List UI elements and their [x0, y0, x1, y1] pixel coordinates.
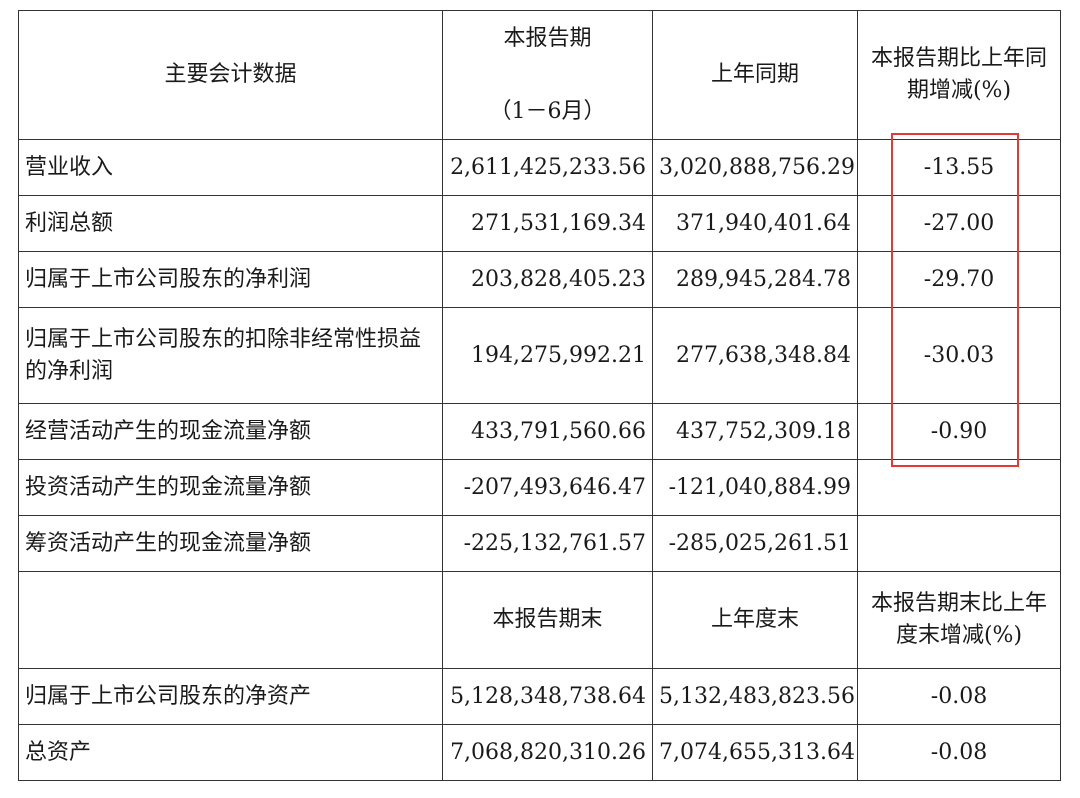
subheader-change: 本报告期末比上年度末增减(%) [857, 571, 1061, 669]
header-row: 主要会计数据 本报告期 （1－6月） 上年同期 本报告期比上年同期增减(%) [18, 10, 1061, 140]
current-value: 7,068,820,310.26 [442, 724, 653, 781]
row-label: 筹资活动产生的现金流量净额 [18, 515, 443, 572]
table-row: 归属于上市公司股东的扣除非经常性损益的净利润 194,275,992.21 27… [18, 307, 1061, 404]
prior-value: 5,132,483,823.56 [652, 668, 858, 725]
prior-value: 371,940,401.64 [652, 195, 858, 252]
subheader-prior-end: 上年度末 [652, 571, 858, 669]
change-value: -0.08 [857, 668, 1061, 725]
header-current-period-range: （1－6月） [489, 98, 606, 124]
header-prior-period: 上年同期 [652, 10, 858, 140]
table-row: 营业收入 2,611,425,233.56 3,020,888,756.29 -… [18, 139, 1061, 196]
current-value: 203,828,405.23 [442, 251, 653, 308]
prior-value: 277,638,348.84 [652, 307, 858, 404]
prior-value: 437,752,309.18 [652, 403, 858, 460]
prior-value: -285,025,261.51 [652, 515, 858, 572]
current-value: 271,531,169.34 [442, 195, 653, 252]
prior-value: -121,040,884.99 [652, 459, 858, 516]
row-label: 营业收入 [18, 139, 443, 196]
row-label: 归属于上市公司股东的扣除非经常性损益的净利润 [18, 307, 443, 404]
row-label: 利润总额 [18, 195, 443, 252]
table-row: 投资活动产生的现金流量净额 -207,493,646.47 -121,040,8… [18, 459, 1061, 516]
current-value: 194,275,992.21 [442, 307, 653, 404]
table-row: 归属于上市公司股东的净利润 203,828,405.23 289,945,284… [18, 251, 1061, 308]
row-label: 归属于上市公司股东的净利润 [18, 251, 443, 308]
table-row: 总资产 7,068,820,310.26 7,074,655,313.64 -0… [18, 724, 1061, 781]
prior-value: 7,074,655,313.64 [652, 724, 858, 781]
row-label: 投资活动产生的现金流量净额 [18, 459, 443, 516]
header-current-period: 本报告期 （1－6月） [442, 10, 653, 140]
subheader-current-end: 本报告期末 [442, 571, 653, 669]
header-item: 主要会计数据 [18, 10, 443, 140]
row-label: 归属于上市公司股东的净资产 [18, 668, 443, 725]
change-value: -13.55 [857, 139, 1061, 196]
prior-value: 3,020,888,756.29 [652, 139, 858, 196]
change-value: -29.70 [857, 251, 1061, 308]
table-row: 经营活动产生的现金流量净额 433,791,560.66 437,752,309… [18, 403, 1061, 460]
table-row: 归属于上市公司股东的净资产 5,128,348,738.64 5,132,483… [18, 668, 1061, 725]
table-row: 利润总额 271,531,169.34 371,940,401.64 -27.0… [18, 195, 1061, 252]
financial-data-table: 主要会计数据 本报告期 （1－6月） 上年同期 本报告期比上年同期增减(%) 营… [18, 10, 1061, 781]
change-value [857, 515, 1061, 572]
subheader-item [18, 571, 443, 669]
current-value: -207,493,646.47 [442, 459, 653, 516]
table-row: 筹资活动产生的现金流量净额 -225,132,761.57 -285,025,2… [18, 515, 1061, 572]
change-value: -0.08 [857, 724, 1061, 781]
current-value: 2,611,425,233.56 [442, 139, 653, 196]
subheader-row: 本报告期末 上年度末 本报告期末比上年度末增减(%) [18, 571, 1061, 669]
current-value: 5,128,348,738.64 [442, 668, 653, 725]
row-label: 总资产 [18, 724, 443, 781]
header-change: 本报告期比上年同期增减(%) [857, 10, 1061, 140]
change-value [857, 459, 1061, 516]
header-current-period-title: 本报告期 [503, 25, 592, 51]
change-value: -27.00 [857, 195, 1061, 252]
current-value: -225,132,761.57 [442, 515, 653, 572]
prior-value: 289,945,284.78 [652, 251, 858, 308]
row-label: 经营活动产生的现金流量净额 [18, 403, 443, 460]
current-value: 433,791,560.66 [442, 403, 653, 460]
change-value: -30.03 [857, 307, 1061, 404]
change-value: -0.90 [857, 403, 1061, 460]
